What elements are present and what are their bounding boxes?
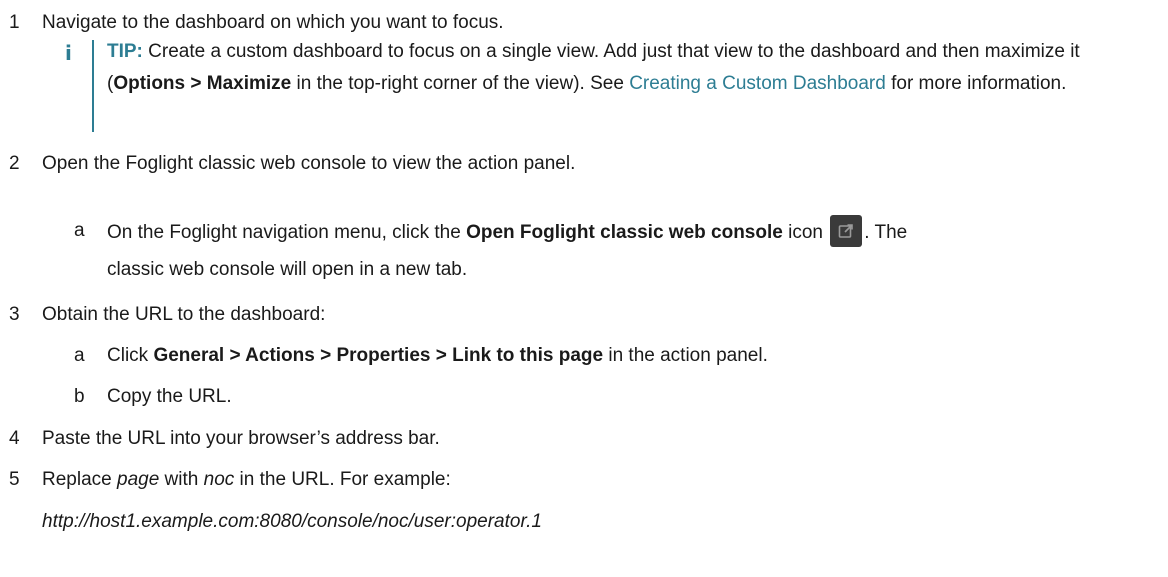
step-text: Open the Foglight classic web console to… — [42, 153, 576, 174]
substep-letter: a — [74, 345, 85, 366]
substep-mid: icon — [782, 222, 829, 244]
substep-post: . The — [864, 222, 908, 244]
step-text: Obtain the URL to the dashboard: — [42, 304, 326, 325]
step-text-pre: Replace — [42, 469, 117, 490]
tip-note: TIP: Create a custom dashboard to focus … — [107, 36, 1157, 100]
step-text-em2: noc — [203, 469, 235, 490]
substep-text: On the Foglight navigation menu, click t… — [107, 215, 908, 249]
step-text-em1: page — [117, 469, 160, 490]
substep-text-line2: classic web console will open in a new t… — [107, 259, 468, 280]
creating-custom-dashboard-link[interactable]: Creating a Custom Dashboard — [629, 73, 886, 94]
step-text-mid: with — [159, 469, 204, 490]
tip-divider — [92, 40, 94, 132]
substep-letter: a — [74, 220, 85, 241]
external-link-icon[interactable] — [830, 215, 863, 247]
tip-text-3: for more information. — [885, 73, 1067, 94]
tip-text-2: in the top-right corner of the view). Se… — [291, 73, 630, 94]
step-number: 5 — [9, 469, 20, 490]
info-icon: i — [65, 41, 72, 65]
step-number: 1 — [9, 12, 20, 33]
substep-text: Click General > Actions > Properties > L… — [107, 345, 768, 367]
example-url: http://host1.example.com:8080/console/no… — [42, 511, 542, 532]
step-text: Replace page with noc in the URL. For ex… — [42, 469, 451, 491]
step-text-post: in the URL. For example: — [234, 469, 451, 490]
substep-bold: Open Foglight classic web console — [466, 222, 783, 244]
step-text: Navigate to the dashboard on which you w… — [42, 12, 504, 33]
substep-bold: General > Actions > Properties > Link to… — [153, 345, 604, 366]
step-number: 4 — [9, 428, 20, 449]
substep-pre: On the Foglight navigation menu, click t… — [107, 222, 467, 244]
step-number: 2 — [9, 153, 20, 174]
step-text: Paste the URL into your browser’s addres… — [42, 428, 440, 449]
tip-bold: Options > Maximize — [113, 73, 292, 94]
step-number: 3 — [9, 304, 20, 325]
tip-label: TIP: — [107, 41, 143, 62]
substep-pre: Click — [107, 345, 154, 366]
substep-text: Copy the URL. — [107, 386, 232, 407]
substep-post: in the action panel. — [603, 345, 768, 366]
substep-letter: b — [74, 386, 85, 407]
